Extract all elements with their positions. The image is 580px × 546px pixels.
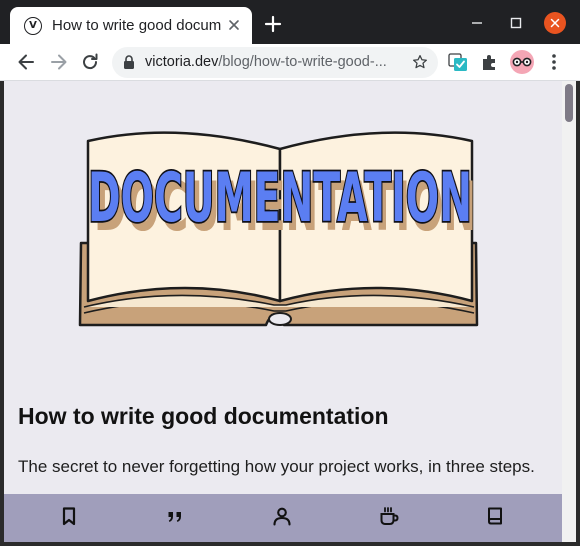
forward-icon[interactable] xyxy=(48,51,70,73)
close-icon[interactable] xyxy=(226,17,242,33)
person-icon[interactable] xyxy=(271,505,293,527)
browser-titlebar: V How to write good docum xyxy=(0,0,580,44)
back-icon[interactable] xyxy=(15,51,37,73)
browser-tab[interactable]: V How to write good docum xyxy=(10,7,252,44)
url-domain: victoria.dev xyxy=(145,54,219,70)
minimize-icon[interactable] xyxy=(466,12,488,34)
extension-checklist-icon[interactable] xyxy=(448,52,468,72)
plus-icon[interactable] xyxy=(263,14,283,34)
quote-icon[interactable] xyxy=(164,505,186,527)
scrollbar[interactable] xyxy=(562,81,576,542)
puzzle-icon[interactable] xyxy=(480,52,500,72)
coffee-icon[interactable] xyxy=(378,505,400,527)
maximize-icon[interactable] xyxy=(505,12,527,34)
window-frame-right xyxy=(576,81,580,546)
window-frame-bottom xyxy=(0,542,580,546)
hero-lettering: DOCUMENTATION xyxy=(88,159,472,238)
book-icon[interactable] xyxy=(484,505,506,527)
close-window-icon[interactable] xyxy=(544,12,566,34)
glasses-icon xyxy=(512,57,532,67)
tab-title: How to write good docum xyxy=(52,17,222,34)
scrollbar-thumb[interactable] xyxy=(565,84,573,122)
window-frame-left xyxy=(0,81,4,546)
hero-illustration: DOCUMENTATION DOCUMENTATION xyxy=(78,131,479,327)
url-text[interactable]: victoria.dev/blog/how-to-write-good-... xyxy=(145,54,387,70)
lock-icon[interactable] xyxy=(122,54,136,70)
reload-icon[interactable] xyxy=(79,51,101,73)
bookmark-icon[interactable] xyxy=(58,505,80,527)
bottom-navigation xyxy=(4,494,562,542)
glasses-avatar-icon[interactable] xyxy=(510,50,534,74)
site-favicon-icon: V xyxy=(24,16,42,35)
article-subtitle: The secret to never forgetting how your … xyxy=(18,457,535,476)
page-viewport: DOCUMENTATION DOCUMENTATION How to write… xyxy=(4,81,562,542)
browser-toolbar: victoria.dev/blog/how-to-write-good-... xyxy=(0,44,580,81)
address-bar[interactable]: victoria.dev/blog/how-to-write-good-... xyxy=(112,47,438,78)
url-path: /blog/how-to-write-good-... xyxy=(218,54,387,70)
bookmark-star-icon[interactable] xyxy=(411,53,429,71)
kebab-menu-icon[interactable] xyxy=(548,52,560,72)
article-title: How to write good documentation xyxy=(18,403,389,429)
